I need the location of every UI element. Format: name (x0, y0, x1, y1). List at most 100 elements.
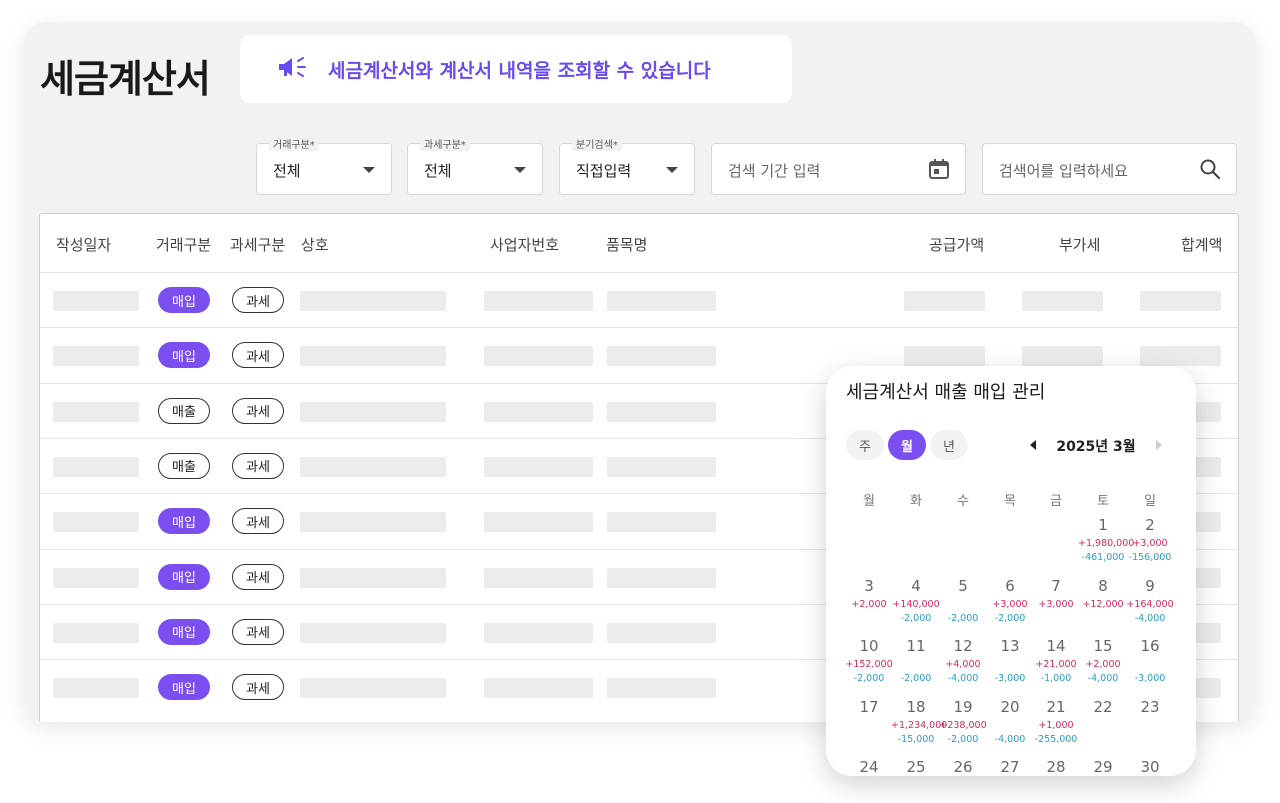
cell-placeholder (607, 291, 716, 311)
calendar-day[interactable]: 13 -3,000 (985, 637, 1035, 687)
calendar-day[interactable]: 10 +152,000 -2,000 (844, 637, 894, 687)
calendar-day[interactable]: 6 +3,000 -2,000 (985, 577, 1035, 627)
calendar-day[interactable]: 12 +4,000 -4,000 (938, 637, 988, 687)
calendar-day[interactable]: 20 -4,000 (985, 698, 1035, 748)
day-number: 27 (1000, 758, 1020, 776)
cell-placeholder (53, 512, 139, 533)
sales-amount: +1,980,000 (1078, 538, 1135, 549)
header-company: 상호 (301, 236, 329, 254)
day-number: 16 (1140, 637, 1160, 655)
calendar-day[interactable]: 23 (1125, 698, 1175, 748)
day-number: 19 (953, 697, 973, 716)
day-number: 20 (1000, 697, 1020, 716)
calendar-day[interactable]: 15 +2,000 -4,000 (1078, 637, 1128, 687)
calendar-day[interactable]: 25 (891, 758, 941, 776)
calendar-popup: 세금계산서 매출 매입 관리 주 월 년 2025년 3월 월화수목금토일 1 +… (826, 366, 1196, 776)
sales-amount (985, 720, 1035, 734)
calendar-day[interactable]: 2 +3,000 -156,000 (1125, 516, 1175, 566)
quarter-select[interactable]: 분기검색* 직접입력 (559, 136, 695, 195)
chevron-down-icon (363, 167, 375, 173)
cell-placeholder (904, 346, 985, 367)
tab-year[interactable]: 년 (930, 430, 968, 460)
calendar-day[interactable]: 4 +140,000 -2,000 (891, 577, 941, 627)
period-placeholder: 검색 기간 입력 (728, 162, 821, 180)
tax-type-value: 전체 (424, 162, 452, 180)
calendar-day[interactable]: 17 (844, 698, 894, 748)
calendar-day[interactable]: 28 (1031, 758, 1081, 776)
day-number: 8 (1098, 576, 1108, 595)
calendar-day[interactable]: 24 (844, 758, 894, 776)
calendar-day[interactable]: 5 -2,000 (938, 577, 988, 627)
cell-placeholder (484, 291, 593, 311)
megaphone-icon (276, 55, 312, 83)
day-number: 6 (1005, 576, 1015, 595)
tax-type-badge: 과세 (232, 452, 284, 479)
calendar-day[interactable]: 7 +3,000 (1031, 577, 1081, 627)
cell-placeholder (53, 401, 139, 422)
calendar-day[interactable]: 26 (938, 758, 988, 776)
search-input[interactable]: 검색어를 입력하세요 (982, 143, 1237, 195)
header-vat: 부가세 (1059, 236, 1101, 254)
sales-amount: +3,000 (1038, 598, 1074, 610)
tab-month[interactable]: 월 (888, 430, 926, 460)
sales-amount: +21,000 (1035, 659, 1077, 670)
period-tabs: 주 월 년 (846, 430, 968, 460)
tax-type-badge: 과세 (232, 397, 284, 424)
purchase-amount: -2,000 (853, 673, 885, 684)
calendar-day[interactable]: 8 +12,000 (1078, 577, 1128, 627)
period-input[interactable]: 검색 기간 입력 (711, 143, 966, 195)
cell-placeholder (904, 291, 985, 311)
day-number: 25 (906, 758, 926, 776)
tax-type-select[interactable]: 과세구분* 전체 (407, 136, 543, 195)
calendar-day[interactable]: 22 (1078, 698, 1128, 748)
header-trade-type: 거래구분 (156, 236, 212, 254)
cell-placeholder (1022, 346, 1103, 367)
calendar-icon[interactable] (927, 157, 951, 185)
calendar-day[interactable]: 14 +21,000 -1,000 (1031, 637, 1081, 687)
trade-type-badge: 매입 (158, 618, 210, 645)
purchase-amount: -4,000 (994, 733, 1026, 745)
calendar-day[interactable]: 21 +1,000 -255,000 (1031, 698, 1081, 748)
calendar-day[interactable]: 30 (1125, 758, 1175, 776)
day-number: 24 (859, 758, 879, 776)
calendar-day[interactable]: 1 +1,980,000 -461,000 (1078, 516, 1135, 566)
purchase-amount: -4,000 (947, 673, 979, 684)
chevron-down-icon (514, 167, 526, 173)
sales-amount: +1,000 (1038, 719, 1074, 731)
purchase-amount: -15,000 (897, 733, 935, 745)
calendar-day[interactable]: 11 -2,000 (891, 637, 941, 687)
day-number: 12 (953, 637, 973, 655)
tax-type-badge: 과세 (232, 563, 284, 590)
calendar-day[interactable]: 16 -3,000 (1125, 637, 1175, 687)
cell-placeholder (53, 346, 139, 367)
table-row[interactable]: 매입 과세 (40, 272, 1238, 327)
day-number: 5 (958, 576, 968, 595)
day-number: 4 (911, 576, 921, 595)
cell-placeholder (300, 678, 446, 699)
search-icon[interactable] (1198, 157, 1222, 185)
weekday-label: 일 (1144, 494, 1156, 509)
calendar-day[interactable]: 19 +238,000 -2,000 (938, 698, 988, 748)
weekday-label: 수 (957, 494, 969, 509)
chevron-down-icon (666, 167, 678, 173)
sales-amount: +12,000 (1082, 598, 1124, 610)
calendar-day[interactable]: 29 (1078, 758, 1128, 776)
purchase-amount (1031, 613, 1081, 627)
calendar-day[interactable]: 18 +1,234,000 -15,000 (891, 698, 947, 748)
sales-amount: +4,000 (945, 659, 981, 670)
tab-week[interactable]: 주 (846, 430, 884, 460)
month-label: 2025년 3월 (1056, 439, 1136, 455)
purchase-amount: -2,000 (900, 673, 932, 684)
calendar-day[interactable]: 27 (985, 758, 1035, 776)
calendar-day[interactable]: 9 +164,000 -4,000 (1125, 577, 1175, 627)
chevron-right-icon[interactable] (1156, 440, 1162, 450)
cell-placeholder (53, 291, 139, 311)
trade-type-value: 전체 (273, 162, 301, 180)
trade-type-select[interactable]: 거래구분* 전체 (256, 136, 392, 195)
sales-amount: +2,000 (1085, 659, 1121, 670)
cell-placeholder (484, 346, 593, 367)
cell-placeholder (53, 622, 139, 643)
sales-amount (985, 659, 1035, 673)
calendar-day[interactable]: 3 +2,000 (844, 577, 894, 627)
tax-type-badge: 과세 (232, 508, 284, 535)
